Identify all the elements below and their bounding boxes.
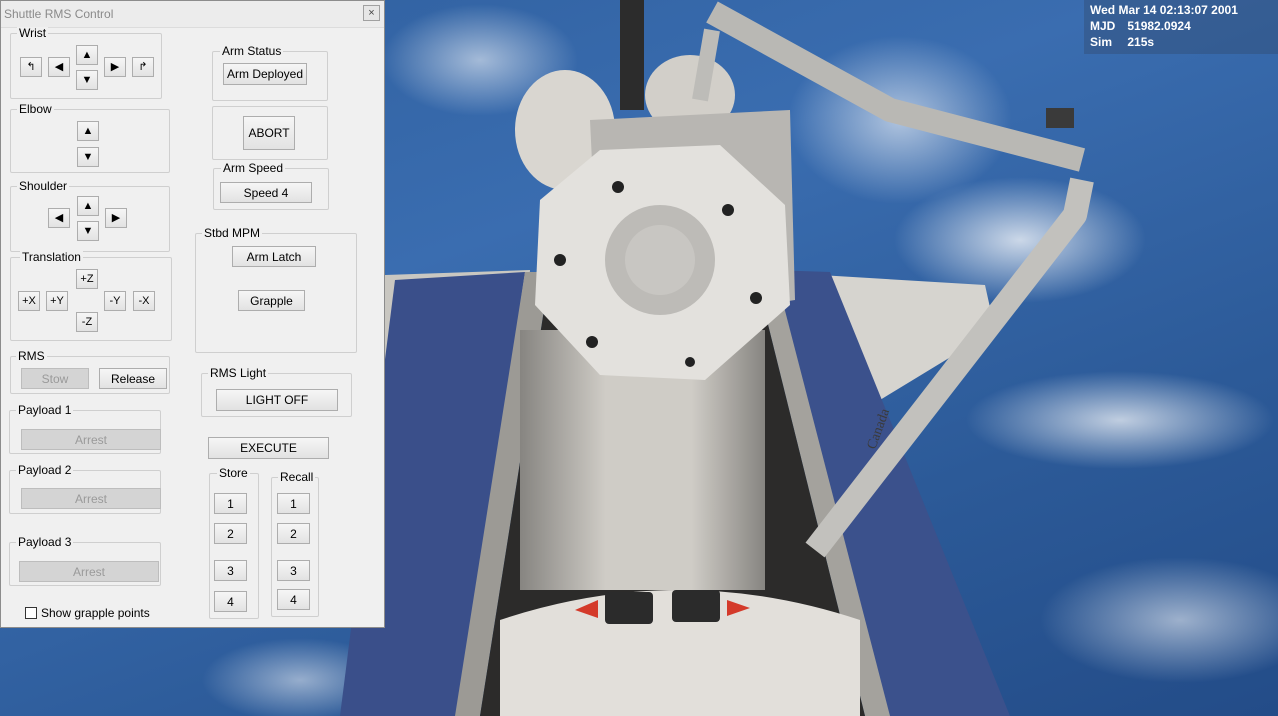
translate-plus-y-button[interactable]: +Y — [46, 291, 68, 311]
arrow-right-icon: ▶ — [110, 60, 120, 73]
store-slot-2-button[interactable]: 2 — [214, 523, 247, 544]
stbd-mpm-label: Stbd MPM — [202, 226, 263, 240]
shoulder-left-button[interactable]: ◀ — [48, 208, 70, 228]
show-grapple-label: Show grapple points — [41, 606, 150, 620]
roll-right-icon: ↱ — [138, 60, 148, 73]
mjd-label: MJD — [1090, 19, 1116, 33]
arrow-down-icon: ▼ — [81, 73, 93, 86]
elbow-down-button[interactable]: ▼ — [77, 147, 99, 167]
show-grapple-checkbox[interactable] — [25, 607, 37, 619]
payload-1-arrest-button[interactable]: Arrest — [21, 429, 161, 450]
arrow-up-icon: ▲ — [82, 199, 94, 212]
rms-control-dialog: Shuttle RMS Control × Wrist ↰ ◀ ▲ ▼ ▶ ↱ … — [0, 0, 385, 628]
close-button[interactable]: × — [363, 5, 380, 21]
payload-3-label: Payload 3 — [16, 535, 74, 549]
payload-3-arrest-button[interactable]: Arrest — [19, 561, 159, 582]
abort-button[interactable]: ABORT — [243, 116, 295, 150]
light-toggle-button[interactable]: LIGHT OFF — [216, 389, 338, 411]
execute-button[interactable]: EXECUTE — [208, 437, 329, 459]
store-slot-3-button[interactable]: 3 — [214, 560, 247, 581]
arm-deployed-button[interactable]: Arm Deployed — [223, 63, 307, 85]
arm-status-label: Arm Status — [220, 44, 284, 58]
rms-label: RMS — [16, 349, 47, 363]
store-slot-4-button[interactable]: 4 — [214, 591, 247, 612]
payload-1-label: Payload 1 — [16, 403, 74, 417]
recall-slot-1-button[interactable]: 1 — [277, 493, 310, 514]
translate-plus-x-button[interactable]: +X — [18, 291, 40, 311]
arrow-left-icon: ◀ — [54, 211, 64, 224]
recall-slot-2-button[interactable]: 2 — [277, 523, 310, 544]
arrow-right-icon: ▶ — [111, 211, 121, 224]
shoulder-right-button[interactable]: ▶ — [105, 208, 127, 228]
elbow-label: Elbow — [17, 102, 54, 116]
rms-camera — [1046, 108, 1074, 128]
release-button[interactable]: Release — [99, 368, 167, 389]
translation-label: Translation — [20, 250, 83, 264]
sim-value: 215s — [1127, 35, 1155, 49]
vertical-tail — [620, 0, 644, 110]
rms-light-label: RMS Light — [208, 366, 269, 380]
recall-label: Recall — [278, 470, 316, 484]
translate-minus-z-button[interactable]: -Z — [76, 312, 98, 332]
arrow-down-icon: ▼ — [82, 150, 94, 163]
sim-label: Sim — [1090, 35, 1113, 49]
recall-slot-4-button[interactable]: 4 — [277, 589, 310, 610]
payload-2-label: Payload 2 — [16, 463, 74, 477]
sim-info-overlay: Wed Mar 14 02:13:07 2001 MJD 51982.0924 … — [1084, 0, 1278, 54]
wrist-label: Wrist — [17, 26, 49, 40]
speed-button[interactable]: Speed 4 — [220, 182, 312, 203]
translate-minus-y-button[interactable]: -Y — [104, 291, 126, 311]
arm-speed-label: Arm Speed — [221, 161, 286, 175]
dialog-title: Shuttle RMS Control — [4, 7, 114, 21]
dialog-titlebar[interactable]: Shuttle RMS Control × — [1, 1, 384, 28]
wrist-roll-right-button[interactable]: ↱ — [132, 57, 154, 77]
arm-latch-button[interactable]: Arm Latch — [232, 246, 316, 267]
shoulder-label: Shoulder — [17, 179, 70, 193]
stow-button[interactable]: Stow — [21, 368, 89, 389]
sim-time: Sim 215s — [1090, 34, 1278, 50]
arrow-down-icon: ▼ — [82, 224, 94, 237]
recall-slot-3-button[interactable]: 3 — [277, 560, 310, 581]
sim-mjd: MJD 51982.0924 — [1090, 18, 1278, 34]
store-label: Store — [217, 466, 250, 480]
grapple-button[interactable]: Grapple — [238, 290, 305, 311]
wrist-pitch-up-button[interactable]: ▲ — [76, 45, 98, 65]
sim-date: Wed Mar 14 02:13:07 2001 — [1090, 3, 1238, 17]
wrist-roll-left-button[interactable]: ↰ — [20, 57, 42, 77]
shoulder-down-button[interactable]: ▼ — [77, 221, 99, 241]
airlock-window-right — [672, 590, 720, 622]
shoulder-up-button[interactable]: ▲ — [77, 196, 99, 216]
airlock-window-left — [605, 592, 653, 624]
wrist-pitch-down-button[interactable]: ▼ — [76, 70, 98, 90]
roll-left-icon: ↰ — [26, 60, 36, 73]
wrist-yaw-right-button[interactable]: ▶ — [104, 57, 126, 77]
translate-plus-z-button[interactable]: +Z — [76, 269, 98, 289]
arrow-up-icon: ▲ — [81, 48, 93, 61]
store-slot-1-button[interactable]: 1 — [214, 493, 247, 514]
mjd-value: 51982.0924 — [1127, 19, 1191, 33]
arrow-left-icon: ◀ — [54, 60, 64, 73]
elbow-up-button[interactable]: ▲ — [77, 121, 99, 141]
arrow-up-icon: ▲ — [82, 124, 94, 137]
payload-2-arrest-button[interactable]: Arrest — [21, 488, 161, 509]
translate-minus-x-button[interactable]: -X — [133, 291, 155, 311]
wrist-yaw-left-button[interactable]: ◀ — [48, 57, 70, 77]
